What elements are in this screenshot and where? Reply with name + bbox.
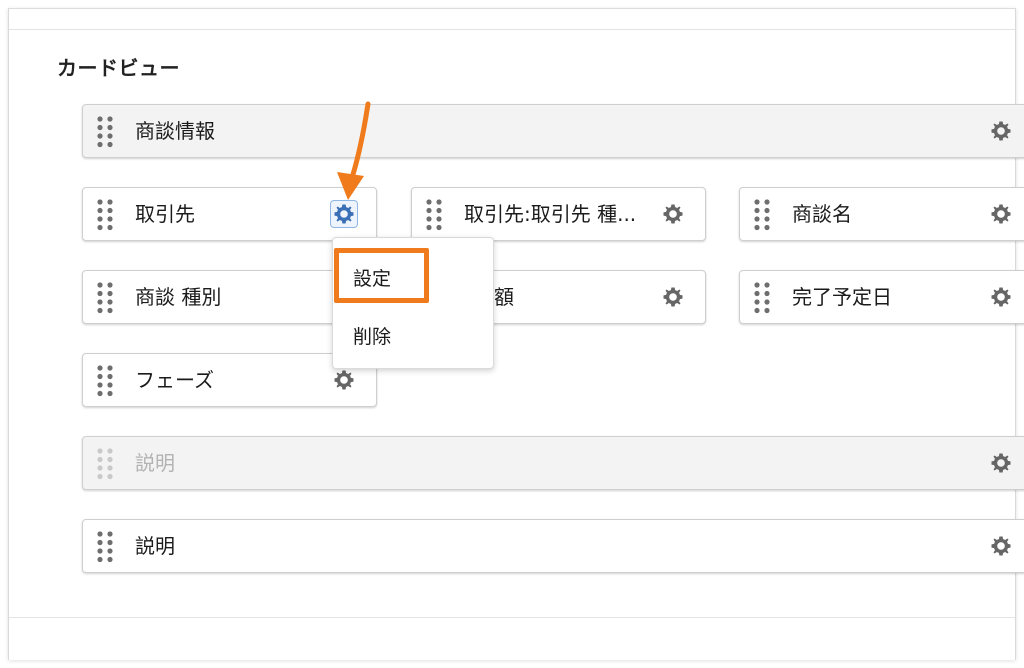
card-label: 商談 種別 xyxy=(135,285,222,309)
drag-handle-icon[interactable] xyxy=(95,198,115,232)
card-deal-name[interactable]: 商談名 xyxy=(739,187,1024,241)
drag-handle-icon[interactable] xyxy=(752,198,772,232)
card-label: 説明 xyxy=(135,534,175,558)
card-label: フェーズ xyxy=(135,368,214,392)
drag-handle-icon[interactable] xyxy=(752,281,772,315)
card-label: 商談情報 xyxy=(135,119,215,143)
drag-handle-icon[interactable] xyxy=(424,198,444,232)
gear-icon[interactable] xyxy=(990,535,1012,557)
pointer-arrow-icon xyxy=(337,101,371,200)
card-description-disabled[interactable]: 説明 xyxy=(82,436,1024,490)
gear-icon[interactable] xyxy=(662,203,684,225)
top-divider xyxy=(9,29,1015,30)
menu-item-delete[interactable]: 削除 xyxy=(353,322,391,349)
card-label: 取引先:取引先 種... xyxy=(464,202,637,226)
gear-icon[interactable] xyxy=(990,286,1012,308)
card-label: 完了予定日 xyxy=(792,285,892,309)
drag-handle-icon[interactable] xyxy=(95,115,115,149)
card-label: 商談名 xyxy=(792,202,852,226)
card-label: 額 xyxy=(494,285,514,309)
bottom-divider xyxy=(9,617,1015,618)
settings-highlight-box xyxy=(334,248,429,303)
gear-icon[interactable] xyxy=(990,203,1012,225)
drag-handle-icon[interactable] xyxy=(95,364,115,398)
card-deal-info[interactable]: 商談情報 xyxy=(82,104,1024,158)
section-title: カードビュー xyxy=(57,56,180,80)
gear-icon[interactable] xyxy=(990,452,1012,474)
gear-icon[interactable] xyxy=(662,286,684,308)
drag-handle-icon[interactable] xyxy=(95,281,115,315)
card-close-date[interactable]: 完了予定日 xyxy=(739,270,1024,324)
drag-handle-icon[interactable] xyxy=(95,447,115,481)
gear-icon[interactable] xyxy=(333,369,355,391)
card-description[interactable]: 説明 xyxy=(82,519,1024,573)
card-account-type[interactable]: 取引先:取引先 種... xyxy=(411,187,706,241)
card-label: 取引先 xyxy=(135,202,195,226)
card-label: 説明 xyxy=(135,451,175,475)
drag-handle-icon[interactable] xyxy=(95,530,115,564)
gear-icon[interactable] xyxy=(990,120,1012,142)
